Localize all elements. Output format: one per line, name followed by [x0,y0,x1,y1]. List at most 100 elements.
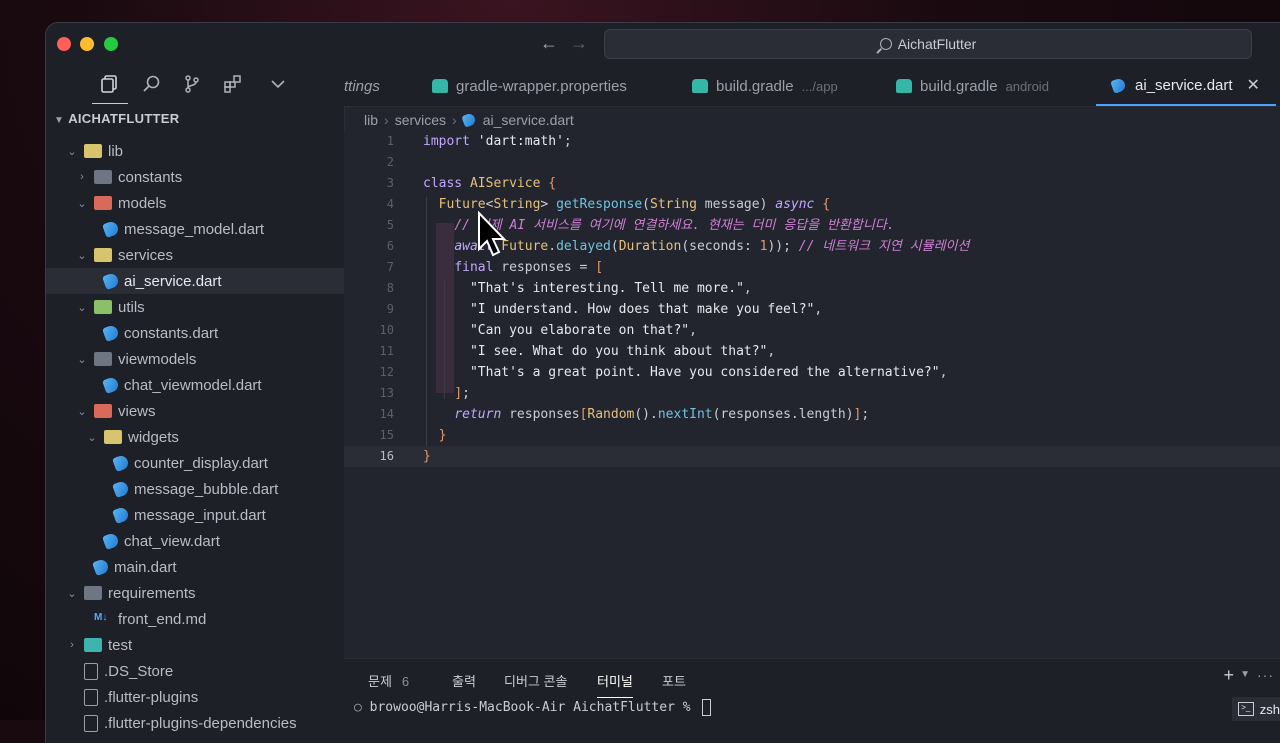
tree-item-label: widgets [128,428,179,446]
dart-file-icon [102,532,120,550]
breadcrumb-services[interactable]: services [395,112,446,128]
tab-problems[interactable]: 문제 6 [368,671,409,690]
command-center-search[interactable]: AichatFlutter [604,29,1252,59]
dart-file-icon [102,220,120,238]
tree-item[interactable]: › test [46,632,344,658]
code-line: 15 } [344,425,1280,446]
line-number: 6 [386,239,394,253]
tree-item-label: main.dart [114,558,177,576]
search-icon[interactable] [140,72,164,96]
tab-build-gradle-android[interactable]: build.gradle android [896,66,1049,106]
chevron-down-icon[interactable] [266,72,290,96]
tree-item[interactable]: chat_view.dart [46,528,344,554]
tree-item[interactable]: ⌄ utils [46,294,344,320]
breadcrumb-lib[interactable]: lib [364,112,378,128]
shell-label: zsh [1259,701,1280,717]
tree-item[interactable]: ⌄ widgets [46,424,344,450]
tree-item[interactable]: ⌄ lib [46,138,344,164]
tab-label: build.gradle [920,77,998,95]
chevron-down-icon[interactable]: ▼ [1240,669,1250,680]
tree-item[interactable]: ⌄ services [46,242,344,268]
new-terminal-plus-icon[interactable]: + [1223,665,1234,686]
tab-ports[interactable]: 포트 [662,671,686,690]
code-line: 2 [344,152,1280,173]
tree-item[interactable]: main.dart [46,554,344,580]
extensions-icon[interactable] [221,72,245,96]
tree-item[interactable]: ⌄ viewmodels [46,346,344,372]
tab-terminal[interactable]: 터미널 [597,671,633,698]
tree-item[interactable]: .DS_Store [46,658,344,684]
tree-item[interactable]: message_model.dart [46,216,344,242]
line-number: 11 [379,344,394,358]
code-line: 3 class AIService { [344,173,1280,194]
terminal-cursor [702,699,712,716]
folder-icon [84,638,102,652]
close-window-button[interactable] [57,37,71,51]
line-number: 15 [379,428,394,442]
title-bar: ← → AichatFlutter [46,23,1280,67]
minimize-window-button[interactable] [80,37,94,51]
chevron-down-icon: ▼ [54,115,65,126]
chevron-down-icon: ⌄ [67,145,77,158]
tree-item[interactable]: › constants [46,164,344,190]
line-number: 3 [386,176,394,190]
folder-icon [94,248,112,262]
dart-file-icon [102,272,120,290]
chevron-down-icon: ⌄ [77,249,87,262]
forward-arrow-icon[interactable]: → [570,33,588,54]
more-actions-icon[interactable]: ··· [1257,667,1274,683]
editor-tab-bar: ttings gradle-wrapper.properties build.g… [344,66,1280,107]
tree-item[interactable]: ⌄ models [46,190,344,216]
file-icon [84,688,98,706]
tree-item-label: constants.dart [124,324,219,342]
zoom-window-button[interactable] [104,37,118,51]
close-icon[interactable]: ✕ [1247,75,1260,95]
folder-icon [104,430,122,444]
tree-item[interactable]: .flutter-plugins-dependencies [46,710,344,736]
search-icon [879,38,892,50]
line-number: 10 [379,323,394,337]
vscode-window: ← → AichatFlutter ▼ AICHATFLUTTER ⌄ lib … [46,23,1280,743]
dart-file-icon [92,558,110,576]
tree-item-label: viewmodels [118,350,197,368]
code-line: 11 "I see. What do you think about that?… [344,341,1280,362]
explorer-section-header[interactable]: ▼ AICHATFLUTTER [54,111,179,126]
tree-item[interactable]: ⌄ views [46,398,344,424]
tree-item[interactable]: counter_display.dart [46,450,344,476]
tree-item[interactable]: message_bubble.dart [46,476,344,502]
line-number: 8 [386,281,394,295]
tree-item[interactable]: ai_service.dart [46,268,344,294]
tree-item-label: front_end.md [118,610,207,628]
dart-file-icon [112,506,130,524]
terminal-instance-zsh[interactable]: >_ zsh [1231,697,1280,721]
folder-icon [94,170,112,184]
tab-build-gradle-app[interactable]: build.gradle .../app [692,66,838,106]
explorer-icon[interactable] [92,72,128,104]
terminal-prompt-line[interactable]: ○ browoo@Harris-MacBook-Air AichatFlutte… [354,699,712,716]
tree-item[interactable]: ⌄ requirements [46,580,344,606]
breadcrumb-file[interactable]: ai_service.dart [483,112,574,128]
tab-output[interactable]: 출력 [452,671,476,690]
tree-item-label: views [118,402,156,420]
tree-item[interactable]: M↓ front_end.md [46,606,344,632]
tree-item-label: .flutter-plugins [104,688,199,706]
line-number: 9 [386,302,394,316]
back-arrow-icon[interactable]: ← [540,33,558,54]
source-control-icon[interactable] [180,72,204,96]
tab-ai-service[interactable]: ai_service.dart ✕ [1096,66,1276,106]
tab-debug-console[interactable]: 디버그 콘솔 [504,671,567,690]
tree-item[interactable]: .flutter-plugins [46,684,344,710]
tab-gradle-wrapper[interactable]: gradle-wrapper.properties [432,66,627,106]
tree-item[interactable]: chat_viewmodel.dart [46,372,344,398]
folder-icon [94,352,112,366]
chevron-down-icon: ⌄ [87,431,97,444]
folder-icon [94,404,112,418]
tab-settings[interactable]: ttings [344,66,380,106]
tree-item[interactable]: message_input.dart [46,502,344,528]
tree-item-label: counter_display.dart [134,454,268,472]
tree-item[interactable]: constants.dart [46,320,344,346]
gradle-icon [692,79,708,93]
tab-path-hint: android [1005,78,1049,94]
tree-item-label: .flutter-plugins-dependencies [104,714,297,732]
tree-item-label: services [118,246,174,264]
